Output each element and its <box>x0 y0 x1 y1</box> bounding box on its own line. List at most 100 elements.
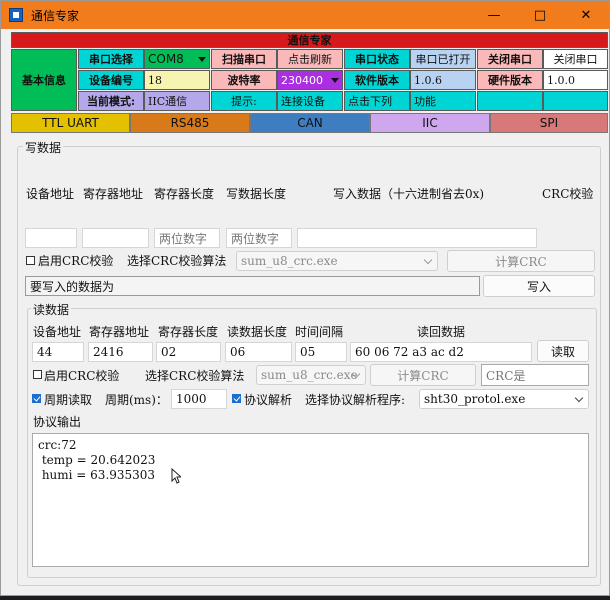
write-col-reg-len: 寄存器长度 <box>154 187 215 201</box>
write-reg-addr-input[interactable] <box>82 228 149 248</box>
write-data-title: 写数据 <box>23 139 64 156</box>
protocol-parse-label: 协议解析 <box>244 393 293 407</box>
hint-func: 功能 <box>410 91 476 111</box>
write-button[interactable]: 写入 <box>483 275 595 297</box>
app-window: 通信专家 — □ ✕ 通信专家 基本信息 串口选择 COM8 扫描串口 点击刷新… <box>0 0 610 596</box>
mouse-cursor-icon <box>171 468 181 484</box>
write-col-dev-addr: 设备地址 <box>26 187 75 201</box>
write-enable-crc-checkbox[interactable] <box>26 256 35 265</box>
period-input[interactable]: 1000 <box>171 389 227 409</box>
port-status-label: 串口状态 <box>344 49 410 69</box>
write-col-data: 写入数据（十六进制省去0x) <box>333 187 485 201</box>
baud-label: 波特率 <box>211 70 277 90</box>
write-col-reg-addr: 寄存器地址 <box>83 187 144 201</box>
write-reg-len-input[interactable]: 两位数字 <box>154 228 220 248</box>
read-button[interactable]: 读取 <box>537 340 589 362</box>
parser-select[interactable]: sht30_protol.exe <box>419 389 589 409</box>
baud-dropdown[interactable]: 230400 <box>277 70 343 90</box>
periodic-read-checkbox[interactable] <box>32 394 41 403</box>
output-line: temp = 20.642023 <box>38 453 156 467</box>
read-reg-len-input[interactable]: 02 <box>156 342 221 362</box>
read-col-reg-len: 寄存器长度 <box>158 325 219 339</box>
protocol-parse-checkbox[interactable] <box>232 394 241 403</box>
periodic-read-label: 周期读取 <box>44 393 93 407</box>
close-port-button[interactable]: 关闭串口 <box>543 49 608 69</box>
close-button[interactable]: ✕ <box>563 1 609 29</box>
read-col-result: 读回数据 <box>417 325 466 339</box>
write-col-data-len: 写数据长度 <box>226 187 287 201</box>
output-line: humi = 63.935303 <box>38 468 156 482</box>
close-port-label: 关闭串口 <box>477 49 543 69</box>
chevron-down-icon <box>198 57 206 62</box>
title-bar: 通信专家 — □ ✕ <box>1 1 609 29</box>
write-enable-crc-label: 启用CRC校验 <box>38 254 114 268</box>
read-interval-input[interactable]: 05 <box>295 342 347 362</box>
empty-cell <box>477 91 543 111</box>
hw-version-value: 1.0.0 <box>543 70 608 90</box>
app-banner: 通信专家 <box>11 32 608 48</box>
read-col-interval: 时间间隔 <box>295 325 344 339</box>
read-crc-result-field: CRC是 <box>481 364 589 386</box>
write-dev-addr-input[interactable] <box>25 228 77 248</box>
tab-spi[interactable]: SPI <box>490 113 608 133</box>
read-enable-crc-label: 启用CRC校验 <box>44 369 120 383</box>
port-select-label: 串口选择 <box>78 49 144 69</box>
app-icon <box>9 8 23 22</box>
write-select-crc-label: 选择CRC校验算法 <box>127 254 227 268</box>
write-calc-crc-button[interactable]: 计算CRC <box>447 250 595 272</box>
read-col-data-len: 读数据长度 <box>227 325 288 339</box>
hint-value: 连接设备 <box>277 91 343 111</box>
device-no-label: 设备编号 <box>78 70 144 90</box>
write-crc-algo-value: sum_u8_crc.exe <box>241 254 338 268</box>
baud-value: 230400 <box>281 73 323 87</box>
empty-cell <box>543 91 608 111</box>
tab-ttl-uart[interactable]: TTL UART <box>11 113 130 133</box>
parser-value: sht30_protol.exe <box>424 392 526 406</box>
tab-can[interactable]: CAN <box>250 113 370 133</box>
write-crc-algo-select[interactable]: sum_u8_crc.exe <box>236 251 438 271</box>
minimize-button[interactable]: — <box>471 1 517 29</box>
hint-func-text: 功能 <box>414 95 436 108</box>
write-col-crc: CRC校验 <box>542 187 594 201</box>
output-line: crc:72 <box>38 438 77 452</box>
basic-info-label: 基本信息 <box>11 49 77 111</box>
write-data-len-input[interactable]: 两位数字 <box>226 228 292 248</box>
read-enable-crc-checkbox[interactable] <box>33 370 42 379</box>
read-result-field: 60 06 72 a3 ac d2 <box>350 342 532 362</box>
hw-version-label: 硬件版本 <box>477 70 543 90</box>
port-value: COM8 <box>148 52 184 66</box>
read-col-dev-addr: 设备地址 <box>33 325 82 339</box>
tab-iic[interactable]: IIC <box>370 113 490 133</box>
select-parser-label: 选择协议解析程序: <box>305 393 406 407</box>
maximize-button[interactable]: □ <box>517 1 563 29</box>
read-crc-algo-value: sum_u8_crc.exe <box>261 368 358 382</box>
sw-version-label: 软件版本 <box>344 70 410 90</box>
read-data-len-input[interactable]: 06 <box>225 342 292 362</box>
read-select-crc-label: 选择CRC校验算法 <box>145 369 245 383</box>
read-col-reg-addr: 寄存器地址 <box>89 325 150 339</box>
hint-action: 点击下列 <box>344 91 410 111</box>
scan-port-label: 扫描串口 <box>211 49 277 69</box>
write-status-field: 要写入的数据为 <box>25 276 480 296</box>
window-title: 通信专家 <box>31 8 80 23</box>
read-crc-algo-select[interactable]: sum_u8_crc.exe <box>256 365 366 385</box>
mode-label: 当前模式: <box>78 91 144 111</box>
read-dev-addr-input[interactable]: 44 <box>32 342 84 362</box>
mode-value: IIC通信 <box>144 91 210 111</box>
output-title: 协议输出 <box>33 415 82 429</box>
hint-label: 提示: <box>211 91 277 111</box>
chevron-down-icon <box>423 255 433 265</box>
device-no-input[interactable]: 18 <box>144 70 210 90</box>
period-label: 周期(ms)： <box>105 393 168 407</box>
protocol-output-textarea[interactable]: crc:72 temp = 20.642023 humi = 63.935303 <box>32 433 589 567</box>
port-status-value: 串口已打开 <box>410 49 476 69</box>
sw-version-value: 1.0.6 <box>410 70 476 90</box>
chevron-down-icon <box>574 393 584 403</box>
chevron-down-icon <box>331 78 339 83</box>
tab-rs485[interactable]: RS485 <box>130 113 250 133</box>
read-calc-crc-button[interactable]: 计算CRC <box>370 364 476 386</box>
refresh-button[interactable]: 点击刷新 <box>277 49 343 69</box>
port-select-dropdown[interactable]: COM8 <box>144 49 210 69</box>
write-data-input[interactable] <box>297 228 537 248</box>
read-reg-addr-input[interactable]: 2416 <box>88 342 153 362</box>
